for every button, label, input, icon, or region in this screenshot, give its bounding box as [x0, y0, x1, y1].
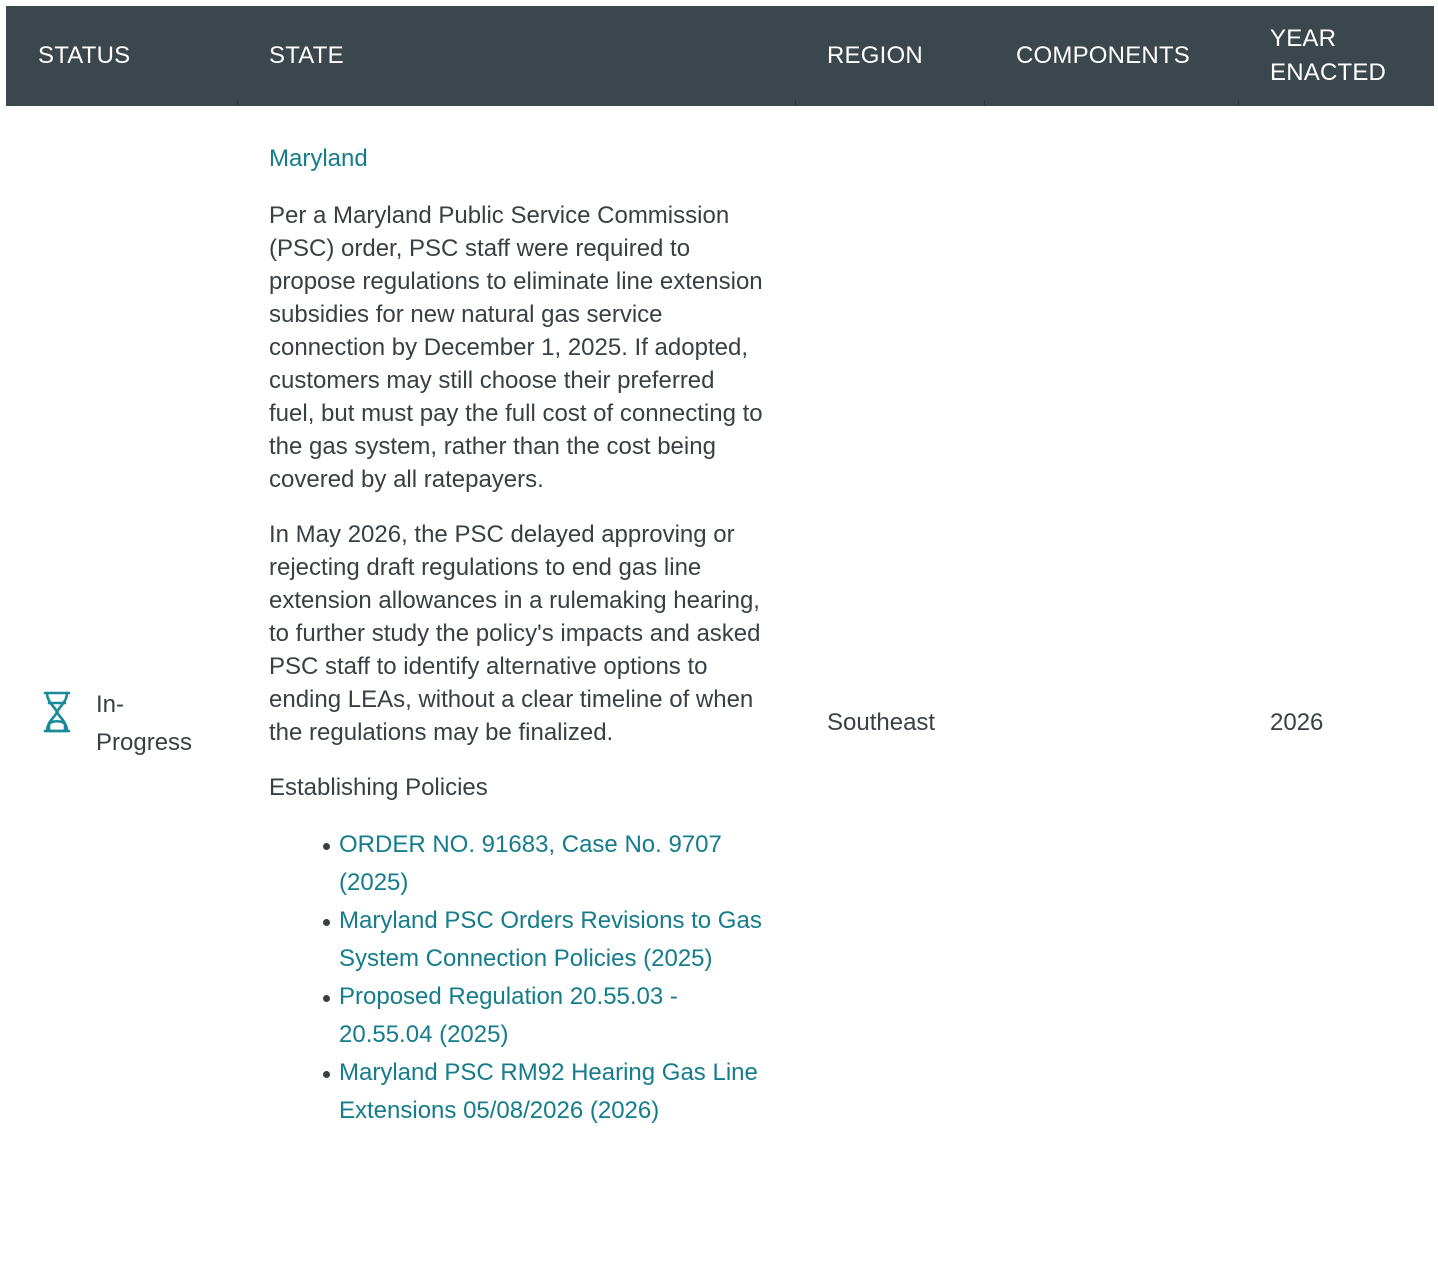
policies-heading: Establishing Policies: [269, 774, 488, 801]
region-cell: Southeast: [827, 709, 936, 736]
list-item: Maryland PSC RM92 Hearing Gas Line Exten…: [323, 1054, 764, 1130]
hourglass-icon: [43, 691, 71, 733]
state-description: Per a Maryland Public Service Commission…: [269, 202, 763, 493]
policy-link[interactable]: Maryland PSC Orders Revisions to Gas Sys…: [339, 907, 762, 972]
policy-link[interactable]: ORDER NO. 91683, Case No. 9707 (2025): [339, 831, 722, 896]
header-year-enacted[interactable]: YEAR ENACTED: [1270, 6, 1420, 106]
policy-link[interactable]: Maryland PSC RM92 Hearing Gas Line Exten…: [339, 1059, 758, 1124]
state-update: In May 2026, the PSC delayed approving o…: [269, 521, 761, 746]
policy-list: ORDER NO. 91683, Case No. 9707 (2025) Ma…: [269, 826, 769, 1130]
header-components[interactable]: COMPONENTS: [1016, 6, 1190, 106]
state-link-maryland[interactable]: Maryland: [269, 142, 769, 175]
status-line2: Progress: [96, 729, 193, 756]
header-year-line1: YEAR: [1270, 25, 1337, 52]
status-line1: In-: [96, 691, 125, 718]
table-header: STATUS STATE REGION COMPONENTS YEAR ENAC…: [6, 6, 1434, 106]
status-cell: In- Progress: [42, 686, 216, 762]
year-enacted-cell: 2026: [1270, 709, 1324, 736]
table-row: In- Progress Maryland Per a Maryland Pub…: [6, 106, 1434, 1266]
header-region[interactable]: REGION: [827, 6, 923, 106]
list-item: Maryland PSC Orders Revisions to Gas Sys…: [323, 902, 764, 978]
header-state[interactable]: STATE: [269, 6, 344, 106]
policy-table: STATUS STATE REGION COMPONENTS YEAR ENAC…: [6, 6, 1434, 1266]
policy-link[interactable]: Proposed Regulation 20.55.03 - 20.55.04 …: [339, 983, 678, 1048]
list-item: Proposed Regulation 20.55.03 - 20.55.04 …: [323, 978, 764, 1054]
list-item: ORDER NO. 91683, Case No. 9707 (2025): [323, 826, 764, 902]
header-status[interactable]: STATUS: [38, 6, 130, 106]
state-cell: Maryland Per a Maryland Public Service C…: [269, 142, 769, 1130]
status-label: In- Progress: [96, 686, 216, 762]
header-year-line2: ENACTED: [1270, 59, 1387, 86]
